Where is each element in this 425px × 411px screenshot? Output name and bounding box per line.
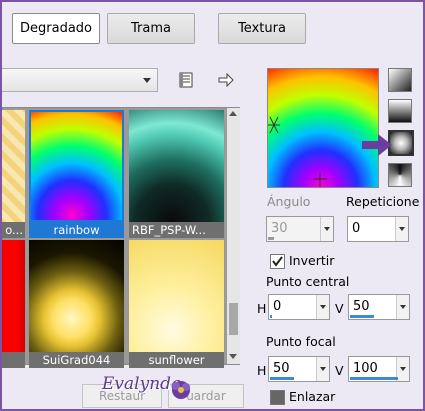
focal-crosshair-icon [268,116,327,187]
gallery-caption: SuiGrad044 [29,352,124,368]
center-v-value: 50 [353,299,370,314]
focal-h-stepper[interactable]: 50 [268,356,330,382]
link-label: Enlazar [289,389,336,404]
angle-label: Ángulo [267,194,311,209]
selected-style-arrow-icon [362,134,392,156]
center-h-value: 0 [273,299,282,314]
angle-stepper[interactable]: 30 [266,216,334,242]
chevron-down-icon[interactable] [316,295,329,319]
scroll-up-icon[interactable] [229,111,237,116]
tab-bar: Degradado Trama Textura [2,2,423,50]
tab-trama[interactable]: Trama [107,13,195,44]
tab-textura[interactable]: Textura [218,13,306,44]
chevron-down-icon[interactable] [395,217,408,241]
focal-point-label: Punto focal [266,334,336,349]
export-arrow-icon[interactable] [218,72,238,93]
gallery-item[interactable]: RBF_PSP-W... [129,110,224,238]
focal-h-label: H [257,363,267,378]
focal-v-value: 100 [353,361,378,376]
purple-flower-icon [172,381,190,399]
chevron-down-icon[interactable] [316,357,329,381]
gradient-preview[interactable] [267,68,379,188]
rectangular-style-button[interactable] [388,99,412,123]
gallery-thumbnail [2,110,25,222]
gallery-caption: sunflower [129,352,224,368]
gallery-thumbnail [29,110,124,222]
gallery-thumbnail [129,240,224,352]
gallery-caption: rainbow [29,222,124,238]
focal-v-stepper[interactable]: 100 [348,356,410,382]
focal-h-slider-bar [270,377,294,380]
repeat-value: 0 [352,221,361,236]
chevron-down-icon[interactable] [320,217,333,241]
center-v-stepper[interactable]: 50 [348,294,410,320]
gallery-item[interactable]: SuiGrad044 [29,240,124,368]
repeat-label: Repeticione [346,194,420,209]
center-h-stepper[interactable]: 0 [268,294,330,320]
gallery-item[interactable]: o... [2,110,25,238]
center-h-slider-bar [270,315,272,318]
linear-style-button[interactable] [388,68,412,92]
gallery-thumbnail [29,240,124,352]
scroll-down-icon[interactable] [229,354,237,359]
gallery-item[interactable]: sunflower [129,240,224,368]
chevron-down-icon[interactable] [396,295,409,319]
focal-v-slider-bar [350,377,398,380]
gallery-caption [2,352,25,368]
angle-value: 30 [271,221,288,236]
gradient-gallery: o... rainbow RBF_PSP-W... SuiGrad044 sun… [2,107,240,368]
checkmark-icon [272,256,283,267]
link-checkbox[interactable] [270,390,285,405]
gallery-thumbnail [2,240,25,352]
invert-label: Invertir [289,253,335,268]
center-point-label: Punto central [266,274,350,289]
center-v-label: V [335,301,344,316]
center-h-label: H [257,301,267,316]
gallery-scrollbar[interactable] [227,108,240,364]
invert-checkbox[interactable] [270,254,285,269]
chevron-down-icon [143,78,151,83]
scrollbar-thumb[interactable] [229,303,238,335]
gallery-caption: o... [2,222,25,238]
gallery-item[interactable] [2,240,25,368]
focal-h-value: 50 [273,361,290,376]
gradient-editor-icon[interactable] [178,72,198,92]
gallery-caption: RBF_PSP-W... [129,222,224,238]
tab-degradado[interactable]: Degradado [12,13,100,44]
angle-slider-bar [268,237,274,240]
center-v-slider-bar [350,315,374,318]
gallery-thumbnail [129,110,224,222]
focal-v-label: V [335,363,344,378]
repeat-stepper[interactable]: 0 [347,216,409,242]
sunburst-style-button[interactable] [388,163,412,187]
gradient-dialog: Degradado Trama Textura o... rainbow RBF… [0,0,425,411]
gradient-dropdown[interactable] [2,68,158,92]
gallery-item-rainbow[interactable]: rainbow [29,110,124,238]
